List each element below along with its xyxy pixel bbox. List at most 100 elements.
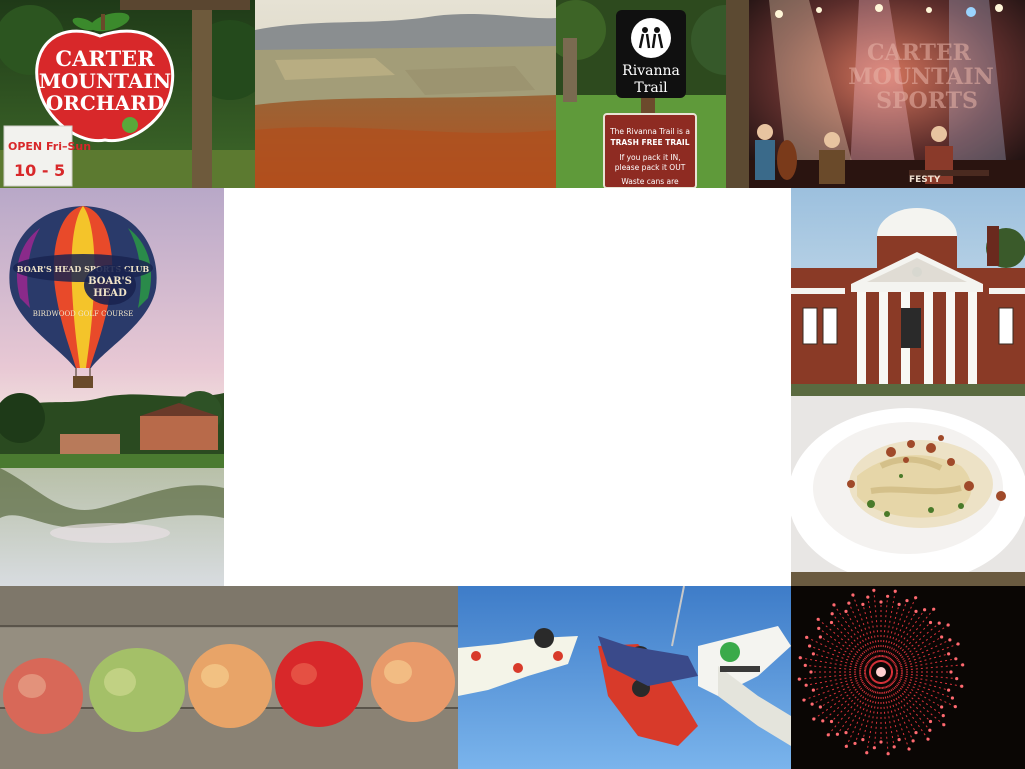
firework-spark <box>804 683 808 687</box>
firework-spark <box>817 626 821 631</box>
firework-spark <box>922 608 927 612</box>
blank-center-area <box>224 188 791 586</box>
firework-spark <box>950 696 955 700</box>
fireworks-photo <box>791 586 1025 769</box>
firework-spark <box>807 644 812 648</box>
firework-spark <box>897 738 901 742</box>
firework-spark <box>893 589 897 593</box>
orchard-hours-time: 10 - 5 <box>14 161 65 180</box>
firework-spark <box>928 719 933 724</box>
firework-spark <box>911 739 915 743</box>
firework-spark <box>960 684 964 688</box>
pasta-dish-photo <box>791 396 1025 586</box>
firework-spark <box>886 594 890 598</box>
trail-notice-line1: The Rivanna Trail is a <box>609 127 690 136</box>
firework-spark <box>805 635 809 639</box>
firework-spark <box>872 588 876 592</box>
firework-spark <box>809 670 813 674</box>
firework-spark <box>853 741 857 746</box>
firework-spark <box>811 688 815 692</box>
trail-notice-line3: If you pack it IN, <box>619 153 680 162</box>
firework-spark <box>829 719 834 724</box>
firework-spark <box>866 595 870 599</box>
firework-spark <box>851 593 855 597</box>
firework-spark <box>953 705 957 709</box>
firework-spark <box>928 728 932 732</box>
firework-spark <box>948 638 952 642</box>
valley-autumn-photo <box>255 0 556 188</box>
firework-spark <box>797 677 801 681</box>
firework-spark <box>941 713 945 718</box>
firework-spark <box>829 620 834 625</box>
firework-spark <box>861 602 865 606</box>
firework-spark <box>955 677 959 681</box>
trail-notice-line4: please pack it OUT <box>615 163 686 172</box>
firework-spark <box>956 642 960 646</box>
firework-spark <box>832 603 836 607</box>
firework-spark <box>811 652 815 656</box>
concert-banner-line2: MOUNTAIN <box>848 64 993 90</box>
rivanna-trail-sign-photo: Rivanna Trail The Rivanna Trail is a TRA… <box>556 0 749 188</box>
firework-spark <box>954 657 958 661</box>
firework-spark <box>821 719 825 723</box>
concert-stage-photo: CARTER MOUNTAIN SPORTS FESTY <box>749 0 1025 188</box>
skydivers-photo <box>458 586 791 769</box>
firework-spark <box>872 746 876 750</box>
firework-spark <box>937 621 941 625</box>
firework-spark <box>816 617 820 621</box>
firework-spark <box>940 635 944 639</box>
firework-spark <box>942 723 946 727</box>
balloon-lower-text: BIRDWOOD GOLF COURSE <box>33 310 134 318</box>
firework-spark <box>835 732 840 736</box>
firework-spark <box>798 656 802 660</box>
trail-sign-line2: Trail <box>634 80 668 96</box>
orchard-sign-line2: MOUNTAIN <box>39 69 171 93</box>
firework-spark <box>830 612 834 616</box>
apples-row-photo <box>0 586 458 769</box>
firework-spark <box>905 598 909 603</box>
firework-spark <box>946 623 950 627</box>
firework-spark <box>879 740 883 744</box>
balloon-logo-line1: BOAR'S <box>88 276 132 287</box>
firework-spark <box>812 717 816 721</box>
concert-banner-line1: CARTER <box>867 40 972 66</box>
firework-spark <box>940 705 944 709</box>
firework-spark <box>932 607 936 611</box>
orchard-sign-photo: CARTER MOUNTAIN ORCHARD OPEN Fri–Sun 10 … <box>0 0 255 188</box>
balloon-logo-line2: HEAD <box>93 288 127 299</box>
firework-spark <box>914 609 918 613</box>
firework-spark <box>947 688 951 692</box>
orchard-sign-line3: ORCHARD <box>46 91 164 115</box>
concert-banner-line3: SPORTS <box>876 88 978 114</box>
firework-spark <box>926 737 930 741</box>
firework-spark <box>847 601 851 605</box>
trail-sign-line1: Rivanna <box>622 63 680 79</box>
firework-spark <box>949 670 953 674</box>
firework-spark <box>803 663 807 667</box>
firework-spark <box>947 652 951 656</box>
firework-spark <box>818 635 822 639</box>
firework-spark <box>826 733 830 737</box>
firework-spark <box>865 751 869 755</box>
trail-notice-line2: TRASH FREE TRAIL <box>610 138 689 147</box>
firework-spark <box>897 602 901 606</box>
firework-spark <box>886 752 890 756</box>
firework-spark <box>810 702 814 706</box>
firework-spark <box>844 609 848 613</box>
firework-spark <box>861 738 865 742</box>
firework-spark <box>914 731 918 735</box>
firework-spark <box>879 600 883 604</box>
hot-air-balloon-photo: BOAR'S HEAD SPORTS CLUB BOAR'S HEAD BIRD… <box>0 188 224 586</box>
firework-spark <box>892 745 896 749</box>
firework-spark <box>818 705 822 709</box>
firework-spark <box>961 663 965 667</box>
firework-spark <box>914 596 918 600</box>
orchard-hours-days: OPEN Fri–Sun <box>8 140 91 153</box>
firework-spark <box>907 747 911 751</box>
trail-notice-line5: Waste cans are <box>621 177 679 186</box>
firework-spark <box>928 620 933 625</box>
firework-spark <box>844 744 848 748</box>
orchard-sign-line1: CARTER <box>55 46 155 71</box>
firework-spark <box>802 698 806 702</box>
monticello-house-photo <box>791 188 1025 396</box>
